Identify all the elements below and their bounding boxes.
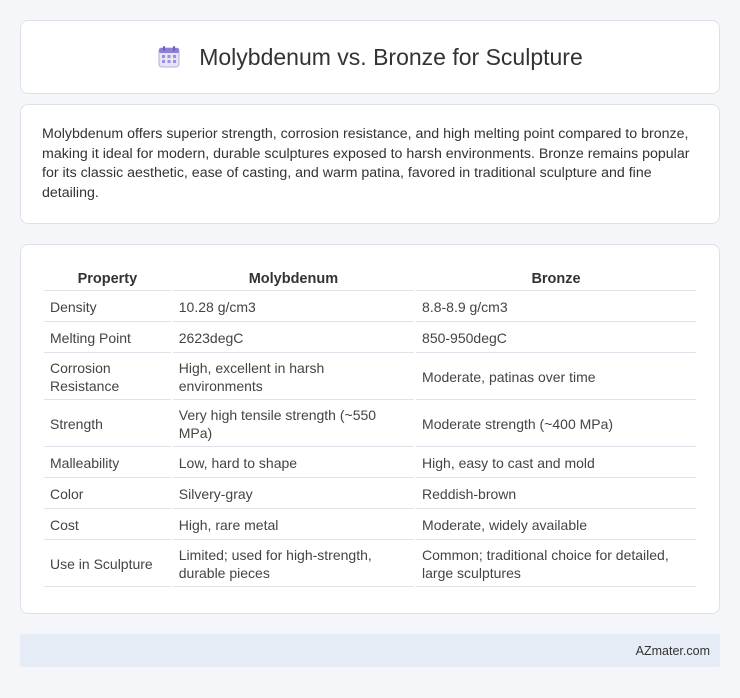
table-cell: 10.28 g/cm3	[172, 293, 415, 322]
table-row: Melting Point 2623degC 850-950degC	[44, 324, 696, 353]
table-cell: Malleability	[44, 449, 171, 478]
table-cell: Cost	[44, 511, 171, 540]
table-cell: Corrosion Resistance	[44, 355, 171, 400]
table-cell: Use in Sculpture	[44, 542, 171, 587]
table-cell: Common; traditional choice for detailed,…	[416, 542, 696, 587]
table-cell: 2623degC	[172, 324, 415, 353]
table-cell: 8.8-8.9 g/cm3	[416, 293, 696, 322]
table-row: Malleability Low, hard to shape High, ea…	[44, 449, 696, 478]
table-cell: Moderate, widely available	[416, 511, 696, 540]
table-row: Use in Sculpture Limited; used for high-…	[44, 542, 696, 587]
table-row: Density 10.28 g/cm3 8.8-8.9 g/cm3	[44, 293, 696, 322]
table-cell: Moderate, patinas over time	[416, 355, 696, 400]
table-row: Corrosion Resistance High, excellent in …	[44, 355, 696, 400]
table-cell: Melting Point	[44, 324, 171, 353]
table-cell: 850-950degC	[416, 324, 696, 353]
comparison-table-card: Property Molybdenum Bronze Density 10.28…	[20, 244, 720, 614]
calendar-icon	[157, 45, 181, 69]
header-molybdenum: Molybdenum	[172, 267, 415, 291]
page-title: Molybdenum vs. Bronze for Sculpture	[199, 43, 583, 70]
table-cell: Density	[44, 293, 171, 322]
table-cell: High, excellent in harsh environments	[172, 355, 415, 400]
table-row: Cost High, rare metal Moderate, widely a…	[44, 511, 696, 540]
table-header-row: Property Molybdenum Bronze	[44, 267, 696, 291]
table-cell: Moderate strength (~400 MPa)	[416, 402, 696, 447]
table-row: Color Silvery-gray Reddish-brown	[44, 480, 696, 509]
table-cell: Limited; used for high-strength, durable…	[172, 542, 415, 587]
table-cell: Low, hard to shape	[172, 449, 415, 478]
comparison-table: Property Molybdenum Bronze Density 10.28…	[42, 265, 698, 589]
footer-source-link[interactable]: AZmater.com	[636, 644, 710, 658]
table-row: Strength Very high tensile strength (~55…	[44, 402, 696, 447]
header-property: Property	[44, 267, 171, 291]
footer: AZmater.com	[20, 634, 720, 667]
table-cell: Color	[44, 480, 171, 509]
header-bronze: Bronze	[416, 267, 696, 291]
table-cell: Silvery-gray	[172, 480, 415, 509]
table-cell: Reddish-brown	[416, 480, 696, 509]
table-cell: Very high tensile strength (~550 MPa)	[172, 402, 415, 447]
table-cell: High, rare metal	[172, 511, 415, 540]
summary-card: Molybdenum offers superior strength, cor…	[20, 104, 720, 224]
summary-text: Molybdenum offers superior strength, cor…	[42, 126, 690, 201]
table-cell: High, easy to cast and mold	[416, 449, 696, 478]
title-card: Molybdenum vs. Bronze for Sculpture	[20, 20, 720, 94]
table-cell: Strength	[44, 402, 171, 447]
